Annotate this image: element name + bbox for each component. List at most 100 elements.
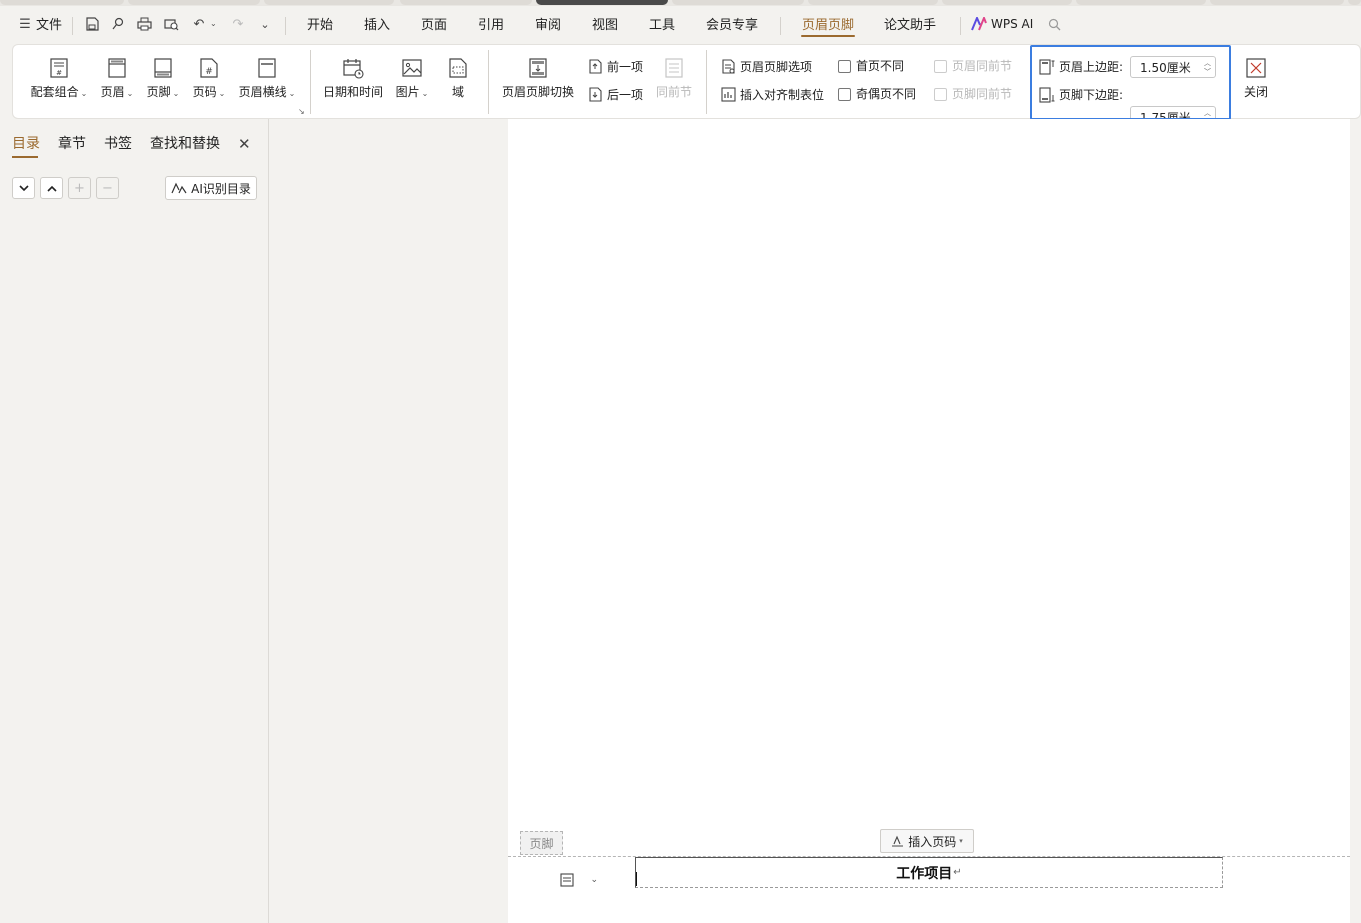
menu-thesis-assistant[interactable]: 论文助手	[884, 18, 936, 34]
panel-tab-find-replace[interactable]: 查找和替换	[150, 136, 220, 152]
odd-even-different-checkbox[interactable]: 奇偶页不同	[838, 87, 916, 101]
odd-even-different-label: 奇偶页不同	[856, 87, 917, 101]
ai-toc-icon	[171, 182, 187, 194]
chevron-down-icon: ⌄	[288, 89, 296, 98]
checkbox-box[interactable]	[838, 59, 851, 73]
menu-member[interactable]: 会员专享	[706, 18, 758, 34]
prev-item-label: 前一项	[607, 59, 644, 74]
close-header-footer-button[interactable]: 关闭	[1241, 57, 1271, 99]
insert-align-tab-button[interactable]: 插入对齐制表位	[721, 87, 824, 102]
page-number-icon	[892, 835, 904, 847]
header-footer-options-button[interactable]: 页眉页脚选项	[721, 59, 812, 74]
navigation-panel	[0, 119, 269, 923]
panel-close-icon[interactable]: ✕	[238, 136, 251, 152]
tab-chip[interactable]	[942, 0, 1072, 5]
tab-chip[interactable]	[808, 0, 938, 5]
insert-page-number-button[interactable]: 插入页码 ▾	[880, 829, 974, 853]
combo-icon: #	[50, 58, 68, 78]
menu-review[interactable]: 审阅	[535, 18, 561, 34]
picture-label: 图片	[395, 85, 420, 99]
header-line-button[interactable]: 页眉横线 ⌄	[237, 57, 297, 101]
header-label: 页眉	[100, 85, 125, 99]
tab-chip[interactable]	[264, 0, 394, 5]
text-cursor	[636, 872, 637, 886]
undo-dropdown-icon[interactable]: ⌄	[210, 19, 217, 28]
insert-page-number-label: 插入页码	[908, 834, 957, 849]
first-page-different-checkbox[interactable]: 首页不同	[838, 59, 904, 73]
document-page[interactable]	[508, 119, 1350, 923]
panel-tab-chapters[interactable]: 章节	[58, 136, 86, 152]
footer-button[interactable]: 页脚 ⌄	[145, 57, 181, 101]
menu-hamburger-icon[interactable]: ☰	[16, 15, 34, 33]
ai-recognize-toc-button[interactable]: AI识别目录	[165, 176, 257, 200]
divider	[706, 50, 707, 114]
prev-item-icon	[589, 59, 602, 74]
collapse-up-button[interactable]	[40, 177, 63, 199]
tab-chip[interactable]	[672, 0, 804, 5]
header-line-label: 页眉横线	[238, 85, 287, 99]
chevron-down-icon: ⌄	[80, 89, 88, 98]
plus-icon: +	[74, 180, 85, 196]
menu-view[interactable]: 视图	[592, 18, 618, 34]
combo-button[interactable]: # 配套组合 ⌄	[30, 57, 88, 101]
format-painter-icon[interactable]	[109, 15, 127, 33]
switch-icon	[529, 58, 547, 78]
header-footer-switch-button[interactable]: 页眉页脚切换	[500, 57, 576, 99]
footer-text: 工作项目	[896, 865, 953, 882]
datetime-button[interactable]: 日期和时间	[322, 57, 384, 99]
menu-tools[interactable]: 工具	[649, 18, 675, 34]
print-icon[interactable]	[135, 15, 153, 33]
tab-chip[interactable]	[1076, 0, 1206, 5]
switch-label: 页眉页脚切换	[501, 85, 574, 99]
menu-reference[interactable]: 引用	[478, 18, 504, 34]
highlight-frame	[1030, 45, 1231, 120]
tab-chip[interactable]	[400, 0, 532, 5]
footer-label: 页脚	[146, 85, 171, 99]
wps-ai-label: WPS AI	[991, 17, 1034, 31]
close-label: 关闭	[1243, 85, 1268, 99]
menu-insert[interactable]: 插入	[364, 18, 390, 34]
chevron-down-icon: ⌄	[218, 89, 226, 98]
panel-tab-toc[interactable]: 目录	[12, 136, 40, 152]
tab-chip-active[interactable]	[536, 0, 668, 5]
menu-page[interactable]: 页面	[421, 18, 447, 34]
options-icon	[722, 59, 735, 74]
more-chevron-down-icon[interactable]: ⌄	[256, 15, 274, 33]
next-item-button[interactable]: 后一项	[588, 87, 643, 102]
field-button[interactable]: 域	[446, 57, 470, 99]
footer-text-box[interactable]: 工作项目 ↵	[635, 857, 1223, 888]
footer-same-as-previous-label: 页脚同前节	[952, 87, 1013, 101]
tab-chip[interactable]	[1210, 0, 1344, 5]
first-page-different-label: 首页不同	[856, 59, 905, 73]
panel-tab-bookmarks[interactable]: 书签	[104, 136, 132, 152]
save-icon[interactable]	[83, 15, 101, 33]
page-number-button[interactable]: # 页码 ⌄	[191, 57, 227, 101]
calendar-clock-icon	[343, 59, 364, 79]
panel-tab-underline	[12, 156, 38, 158]
wps-ai-logo-icon	[971, 17, 987, 31]
print-preview-icon[interactable]	[162, 15, 180, 33]
undo-icon[interactable]: ↶	[190, 15, 208, 33]
file-menu[interactable]: 文件	[36, 18, 62, 34]
search-icon[interactable]	[1045, 15, 1063, 33]
expand-down-button[interactable]	[12, 177, 35, 199]
field-label: 域	[451, 85, 464, 99]
paragraph-mark: ↵	[953, 867, 962, 878]
tab-chip[interactable]	[0, 0, 124, 5]
menu-start[interactable]: 开始	[307, 18, 333, 34]
checkbox-box	[934, 59, 947, 73]
chevron-down-icon: ⌄	[421, 89, 429, 98]
footer-alignment-control[interactable]: ⌄	[559, 869, 598, 891]
close-icon	[1246, 58, 1266, 78]
menu-header-footer[interactable]: 页眉页脚	[802, 18, 854, 34]
chevron-down-icon: ⌄	[590, 875, 598, 885]
picture-button[interactable]: 图片 ⌄	[394, 57, 430, 101]
wps-ai-button[interactable]: WPS AI	[971, 17, 1033, 31]
prev-item-button[interactable]: 前一项	[588, 59, 643, 74]
checkbox-box[interactable]	[838, 87, 851, 101]
dialog-launcher-icon[interactable]: ↘	[298, 107, 305, 116]
tab-chip[interactable]	[128, 0, 260, 5]
chevron-down-icon: ⌄	[172, 89, 180, 98]
combo-label: 配套组合	[30, 85, 79, 99]
header-button[interactable]: 页眉 ⌄	[99, 57, 135, 101]
